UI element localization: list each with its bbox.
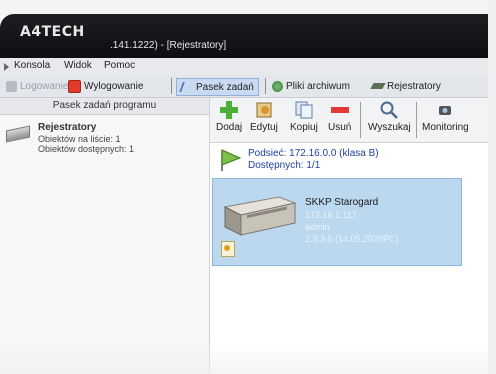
actions-separator bbox=[360, 102, 361, 138]
camera-icon bbox=[439, 106, 452, 115]
main-toolbar: Logowanie Wylogowanie Pasek zadań Pliki … bbox=[0, 75, 488, 98]
login-icon bbox=[6, 80, 17, 92]
menu-konsola[interactable]: Konsola bbox=[14, 60, 50, 71]
delete-button[interactable]: Usuń bbox=[328, 100, 351, 133]
plus-icon bbox=[220, 101, 239, 119]
recorders-category-item[interactable]: Rejestratory Obiektów na liście: 1 Obiek… bbox=[6, 122, 206, 162]
recorders-view: Dodaj Edytuj Kopiuj Usuń Wyszukaj Monito… bbox=[210, 98, 488, 374]
copy-button[interactable]: Kopiuj bbox=[290, 100, 318, 133]
monitoring-button[interactable]: Monitoring bbox=[422, 100, 469, 133]
search-icon bbox=[380, 101, 399, 119]
delete-label: Usuń bbox=[328, 122, 352, 133]
copy-label: Kopiuj bbox=[290, 122, 318, 133]
add-label: Dodaj bbox=[216, 122, 243, 133]
actions-toolbar: Dodaj Edytuj Kopiuj Usuń Wyszukaj Monito… bbox=[210, 98, 488, 143]
subnet-group[interactable]: Podsieć: 172.16.0.0 (klasa B) Dostępnych… bbox=[218, 148, 486, 172]
subnet-available: Dostępnych: 1/1 bbox=[248, 160, 321, 171]
subnet-address: Podsieć: 172.16.0.0 (klasa B) bbox=[248, 148, 379, 159]
left-panel-header: Pasek zadań programu bbox=[0, 98, 209, 115]
menu-bar: Konsola Widok Pomoc bbox=[0, 58, 488, 75]
device-user: admin bbox=[305, 222, 330, 232]
recorder-card-selected[interactable]: SKKP Starogard 172.16.1.117 admin 2.3.3.… bbox=[212, 178, 462, 266]
login-button[interactable]: Logowanie bbox=[6, 78, 68, 94]
archive-files-label: Pliki archiwum bbox=[286, 80, 350, 92]
taskbar-toggle-button[interactable]: Pasek zadań bbox=[176, 78, 259, 96]
recorders-button[interactable]: Rejestratory bbox=[370, 78, 441, 94]
device-version: 2.3.3.5 (14.05.2020PC) bbox=[305, 234, 399, 244]
status-dot-icon bbox=[224, 245, 230, 251]
search-button[interactable]: Wyszukaj bbox=[368, 100, 411, 133]
left-task-panel: Pasek zadań programu Rejestratory Obiekt… bbox=[0, 98, 210, 374]
brand-logo: A4TECH bbox=[20, 24, 85, 40]
recorder-icon bbox=[370, 83, 386, 89]
logout-icon bbox=[68, 79, 81, 93]
subnet-flag-icon bbox=[221, 149, 242, 171]
category-title: Rejestratory bbox=[38, 122, 97, 133]
add-button[interactable]: Dodaj bbox=[216, 100, 242, 133]
window-title: .141.1222) - [Rejestratory] bbox=[110, 40, 227, 51]
objects-available: Obiektów dostępnych: 1 bbox=[38, 144, 135, 154]
toolbar-separator bbox=[171, 78, 172, 94]
actions-separator bbox=[416, 102, 417, 138]
app-menu-icon bbox=[4, 63, 9, 71]
recorders-label: Rejestratory bbox=[387, 80, 441, 92]
recorder-device-icon bbox=[6, 125, 30, 143]
archive-files-button[interactable]: Pliki archiwum bbox=[272, 78, 350, 94]
device-name: SKKP Starogard bbox=[305, 197, 379, 208]
edit-label: Edytuj bbox=[250, 122, 278, 133]
menu-pomoc[interactable]: Pomoc bbox=[104, 60, 135, 71]
device-ip: 172.16.1.117 bbox=[305, 210, 357, 220]
dvr-device-icon bbox=[223, 196, 297, 236]
logout-label: Wylogowanie bbox=[84, 80, 144, 92]
monitor-bezel-right bbox=[488, 0, 496, 374]
search-label: Wyszukaj bbox=[368, 122, 411, 133]
copy-icon bbox=[295, 101, 313, 119]
menu-widok[interactable]: Widok bbox=[64, 60, 92, 71]
login-label: Logowanie bbox=[20, 80, 69, 92]
title-bar: A4TECH .141.1222) - [Rejestratory] bbox=[0, 14, 488, 58]
edit-icon bbox=[256, 102, 272, 118]
toolbar-separator bbox=[265, 78, 266, 94]
taskbar-icon bbox=[179, 82, 195, 92]
minus-icon bbox=[330, 107, 349, 113]
objects-on-list: Obiektów na liście: 1 bbox=[38, 134, 121, 144]
logout-button[interactable]: Wylogowanie bbox=[68, 78, 143, 94]
edit-button[interactable]: Edytuj bbox=[250, 100, 278, 133]
taskbar-label: Pasek zadań bbox=[196, 81, 254, 93]
monitoring-label: Monitoring bbox=[422, 122, 469, 133]
globe-icon bbox=[272, 80, 283, 92]
